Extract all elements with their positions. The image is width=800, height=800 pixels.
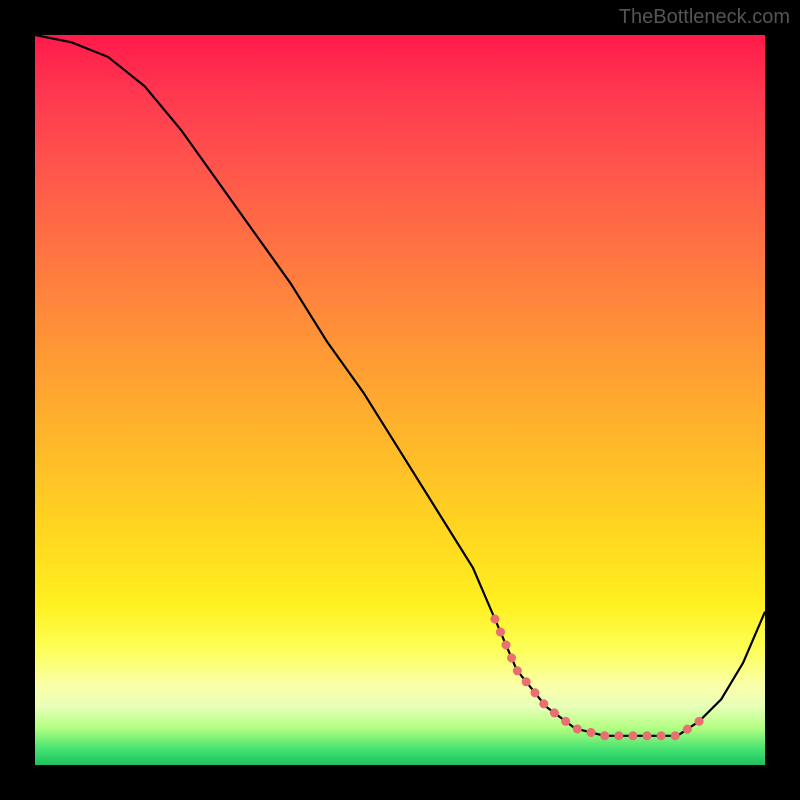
chart-plot-area <box>35 35 765 765</box>
chart-curve-svg <box>35 35 765 765</box>
watermark-text: TheBottleneck.com <box>619 6 790 29</box>
main-curve-line <box>35 35 765 736</box>
highlight-dot-segment <box>495 619 699 736</box>
